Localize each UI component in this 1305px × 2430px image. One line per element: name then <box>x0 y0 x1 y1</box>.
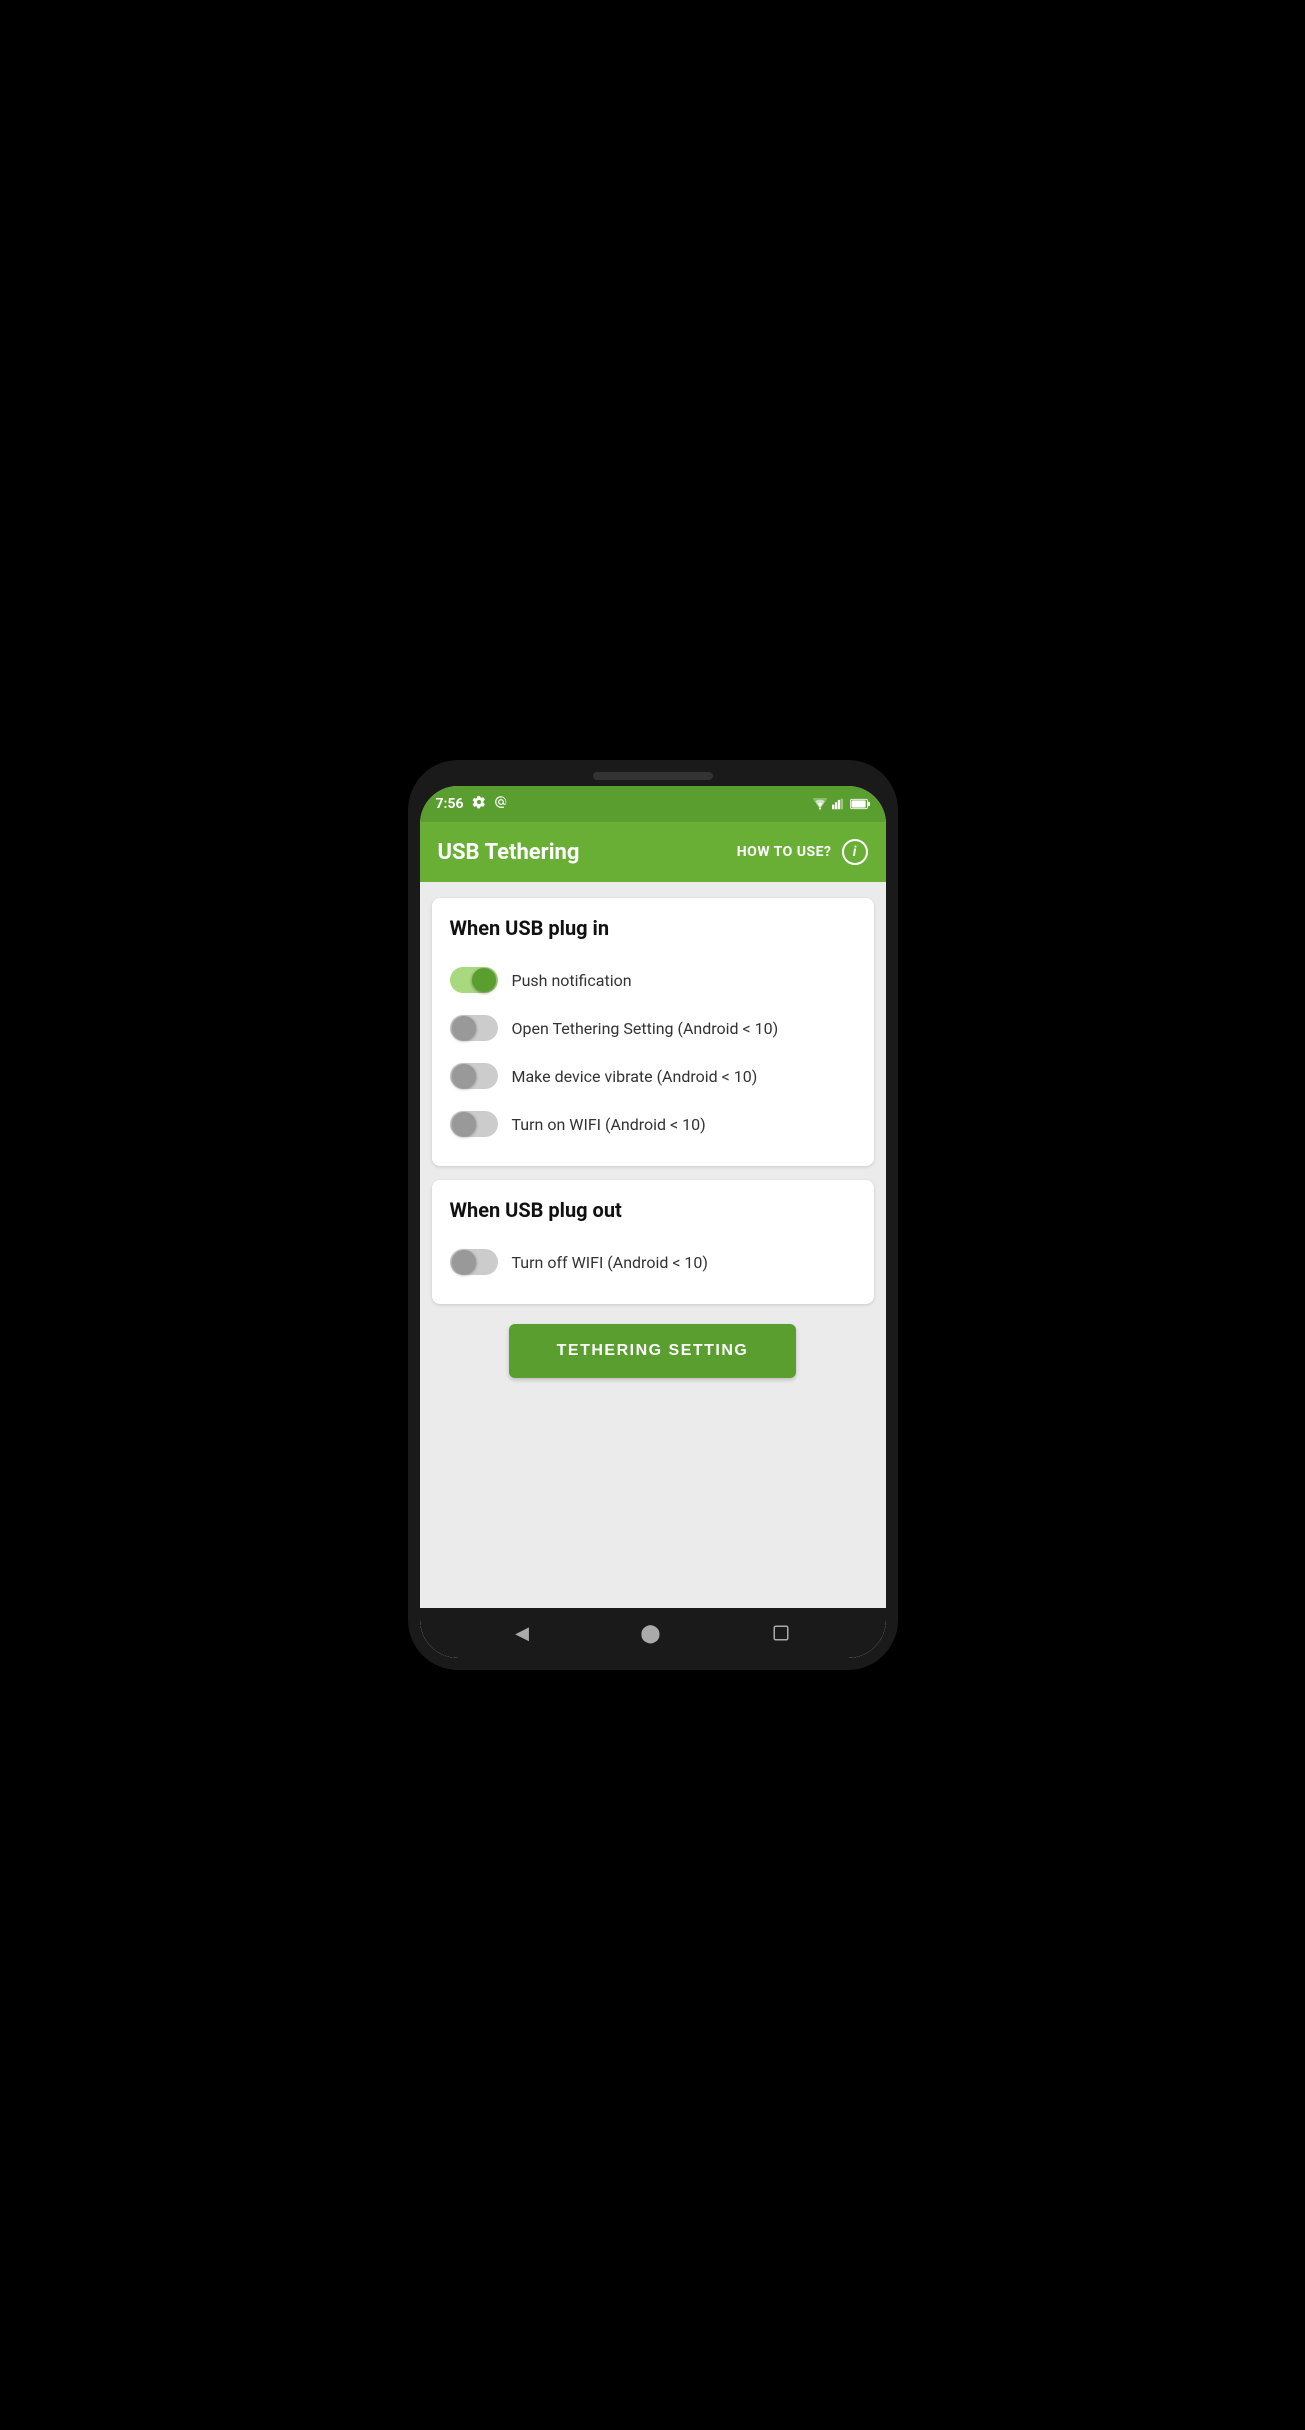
status-time: 7:56 <box>436 796 464 812</box>
signal-status-icon <box>832 795 846 814</box>
phone-screen: 7:56 <box>420 786 886 1658</box>
phone-notch <box>593 772 713 780</box>
home-button[interactable]: ⬤ <box>640 1623 660 1644</box>
toggle-thumb <box>452 1064 476 1088</box>
toggle-row-turn-off-wifi: Turn off WIFI (Android < 10) <box>450 1238 856 1286</box>
toggle-label-turn-off-wifi: Turn off WIFI (Android < 10) <box>512 1253 708 1272</box>
plug-in-card: When USB plug in Push notification Op <box>432 898 874 1166</box>
toggle-row-turn-on-wifi: Turn on WIFI (Android < 10) <box>450 1100 856 1148</box>
toggle-label-vibrate: Make device vibrate (Android < 10) <box>512 1067 758 1086</box>
toggle-push-notification[interactable] <box>450 966 498 994</box>
main-content: When USB plug in Push notification Op <box>420 882 886 1608</box>
phone-frame: 7:56 <box>408 760 898 1670</box>
toggle-row-push-notification: Push notification <box>450 956 856 1004</box>
toggle-thumb <box>452 1112 476 1136</box>
nav-bar: ◀ ⬤ <box>420 1608 886 1658</box>
status-bar: 7:56 <box>420 786 886 822</box>
how-to-use-button[interactable]: HOW TO USE? <box>737 844 832 860</box>
app-title: USB Tethering <box>438 840 580 865</box>
toggle-vibrate[interactable] <box>450 1062 498 1090</box>
at-icon <box>494 795 508 813</box>
app-header: USB Tethering HOW TO USE? i <box>420 822 886 882</box>
toggle-thumb <box>472 968 496 992</box>
gear-icon <box>472 795 486 813</box>
plug-out-card-title: When USB plug out <box>450 1198 856 1222</box>
toggle-open-tethering[interactable] <box>450 1014 498 1042</box>
plug-out-card: When USB plug out Turn off WIFI (Android… <box>432 1180 874 1304</box>
battery-status-icon <box>850 795 870 814</box>
toggle-label-turn-on-wifi: Turn on WIFI (Android < 10) <box>512 1115 706 1134</box>
wifi-status-icon <box>812 795 828 814</box>
toggle-row-open-tethering: Open Tethering Setting (Android < 10) <box>450 1004 856 1052</box>
recent-button[interactable] <box>772 1624 790 1642</box>
info-icon-button[interactable]: i <box>842 839 868 865</box>
toggle-label-push-notification: Push notification <box>512 971 632 990</box>
status-bar-right <box>812 795 870 814</box>
header-actions[interactable]: HOW TO USE? i <box>737 839 868 865</box>
status-bar-left: 7:56 <box>436 795 508 813</box>
tethering-setting-button[interactable]: TETHERING SETTING <box>509 1324 796 1378</box>
plug-in-card-title: When USB plug in <box>450 916 856 940</box>
back-button[interactable]: ◀ <box>515 1623 529 1644</box>
toggle-turn-off-wifi[interactable] <box>450 1248 498 1276</box>
toggle-turn-on-wifi[interactable] <box>450 1110 498 1138</box>
toggle-row-vibrate: Make device vibrate (Android < 10) <box>450 1052 856 1100</box>
toggle-thumb <box>452 1250 476 1274</box>
toggle-thumb <box>452 1016 476 1040</box>
toggle-label-open-tethering: Open Tethering Setting (Android < 10) <box>512 1019 779 1038</box>
